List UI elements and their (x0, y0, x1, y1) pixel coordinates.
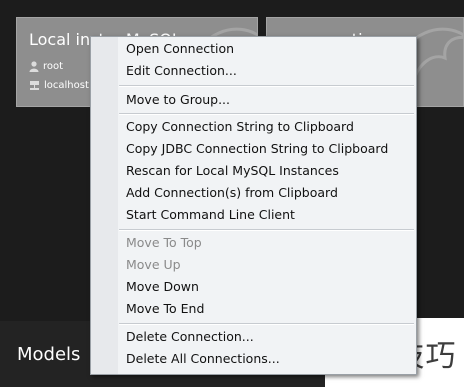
menu-item-move-to-end[interactable]: Move To End (126, 301, 204, 316)
menu-separator (119, 229, 414, 231)
menu-separator (119, 85, 414, 87)
connection-user-label: root (43, 61, 64, 72)
menu-item-move-down[interactable]: Move Down (126, 279, 199, 294)
menu-item-delete-connection[interactable]: Delete Connection... (126, 329, 254, 344)
network-icon (30, 81, 39, 90)
user-icon (29, 61, 39, 72)
menu-item-move-to-top: Move To Top (126, 235, 202, 250)
menu-item-start-command-line-client[interactable]: Start Command Line Client (126, 207, 295, 222)
menu-separator (119, 323, 414, 325)
menu-separator (119, 113, 414, 115)
connection-host: localhost:3 (29, 80, 99, 91)
connection-user: root (29, 61, 63, 72)
menu-item-rescan-local-instances[interactable]: Rescan for Local MySQL Instances (126, 163, 339, 178)
menu-item-copy-connection-string[interactable]: Copy Connection String to Clipboard (126, 119, 354, 134)
models-heading: Models (17, 344, 81, 365)
menu-item-add-connections-from-clipboard[interactable]: Add Connection(s) from Clipboard (126, 185, 338, 200)
menu-icon-gutter (91, 37, 118, 374)
menu-item-open-connection[interactable]: Open Connection (126, 41, 234, 56)
menu-item-copy-jdbc-string[interactable]: Copy JDBC Connection String to Clipboard (126, 141, 388, 156)
connection-context-menu: Open Connection Edit Connection... Move … (90, 36, 417, 375)
menu-item-delete-all-connections[interactable]: Delete All Connections... (126, 351, 280, 366)
menu-item-move-to-group[interactable]: Move to Group... (126, 92, 230, 107)
menu-item-edit-connection[interactable]: Edit Connection... (126, 63, 237, 78)
menu-item-move-up: Move Up (126, 257, 181, 272)
